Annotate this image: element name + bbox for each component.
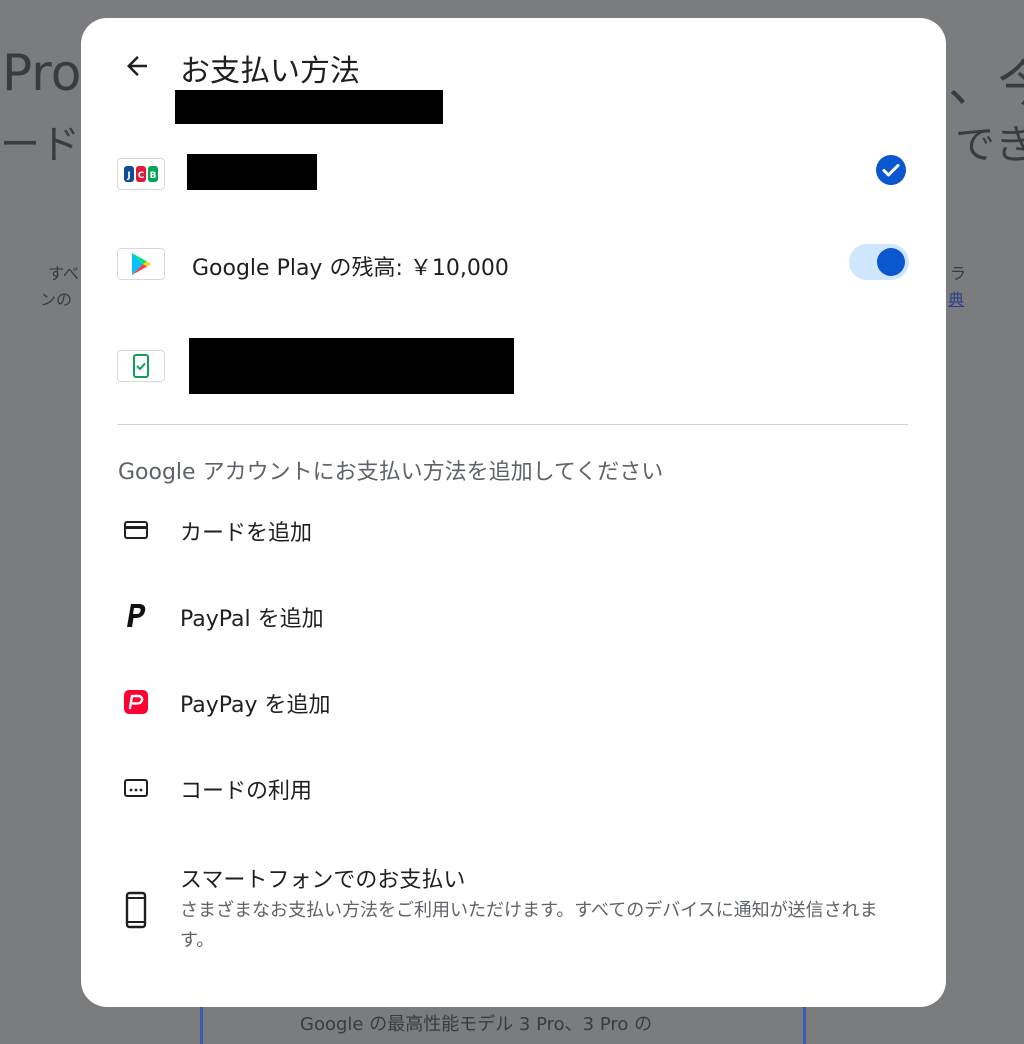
add-card-button[interactable]: カードを追加 <box>81 500 946 560</box>
redeem-code-button[interactable]: コードの利用 <box>81 758 946 818</box>
add-paypay-button[interactable]: PayPay を追加 <box>81 672 946 732</box>
redacted-account-email <box>175 90 443 124</box>
paypal-icon <box>121 601 151 631</box>
selected-check-icon <box>875 154 907 186</box>
bg-text-left-2: ンの <box>40 290 73 309</box>
smartphone-payment-label: スマートフォンでのお支払い <box>180 868 466 893</box>
jcb-logo: J C B <box>117 158 165 190</box>
smartphone-payment-button[interactable]: スマートフォンでのお支払い さまざまなお支払い方法をご利用いただけます。すべての… <box>81 856 946 966</box>
phone-check-icon <box>133 354 149 378</box>
dialog-title: お支払い方法 <box>180 54 360 89</box>
google-play-logo <box>117 248 165 280</box>
redacted-card-number <box>187 154 317 190</box>
bg-title-right: 、今 <box>948 55 1024 113</box>
payment-method-jcb[interactable]: J C B <box>81 136 946 206</box>
svg-text:B: B <box>150 171 157 181</box>
payment-method-google-play-balance[interactable]: Google Play の残高: ￥10,000 <box>81 228 946 298</box>
jcb-icon: J C B <box>124 166 158 182</box>
google-play-icon <box>132 253 151 275</box>
arrow-back-icon <box>127 56 147 76</box>
add-paypay-label: PayPay を追加 <box>180 693 331 718</box>
bg-text-right-1: ラ <box>950 264 967 283</box>
google-play-balance-toggle[interactable] <box>849 244 909 280</box>
credit-card-icon <box>121 515 151 545</box>
paypay-icon <box>121 687 151 717</box>
redeem-code-label: コードの利用 <box>180 779 313 804</box>
payment-method-carrier-billing[interactable] <box>81 330 946 400</box>
bg-text-left-1: すべ <box>48 264 79 283</box>
svg-text:J: J <box>126 171 130 181</box>
bg-subtitle-left: ード <box>0 122 80 168</box>
toggle-knob <box>877 248 905 276</box>
redeem-code-icon <box>121 773 151 803</box>
bg-link-right: 典 <box>948 290 965 309</box>
bg-title-left: Pro <box>2 44 82 102</box>
redacted-carrier-label <box>189 338 514 394</box>
carrier-billing-logo <box>117 350 165 382</box>
bg-bottom-text: Google の最高性能モデル 3 Pro、3 Pro の <box>300 1014 653 1035</box>
svg-text:C: C <box>138 171 145 181</box>
add-paypal-button[interactable]: PayPal を追加 <box>81 586 946 646</box>
smartphone-icon <box>121 890 151 930</box>
add-payment-section-header: Google アカウントにお支払い方法を追加してください <box>118 460 664 485</box>
divider <box>118 424 908 425</box>
payment-methods-dialog: お支払い方法 J C B Google Play の残高: ￥10,000 Go… <box>81 18 946 1007</box>
smartphone-payment-description: さまざまなお支払い方法をご利用いただけます。すべてのデバイスに通知が送信されます… <box>180 900 878 951</box>
bg-subtitle-right: でき <box>955 122 1024 168</box>
google-play-balance-label: Google Play の残高: ￥10,000 <box>192 256 509 281</box>
add-card-label: カードを追加 <box>180 521 313 546</box>
back-button[interactable] <box>117 46 157 86</box>
add-paypal-label: PayPal を追加 <box>180 607 324 632</box>
